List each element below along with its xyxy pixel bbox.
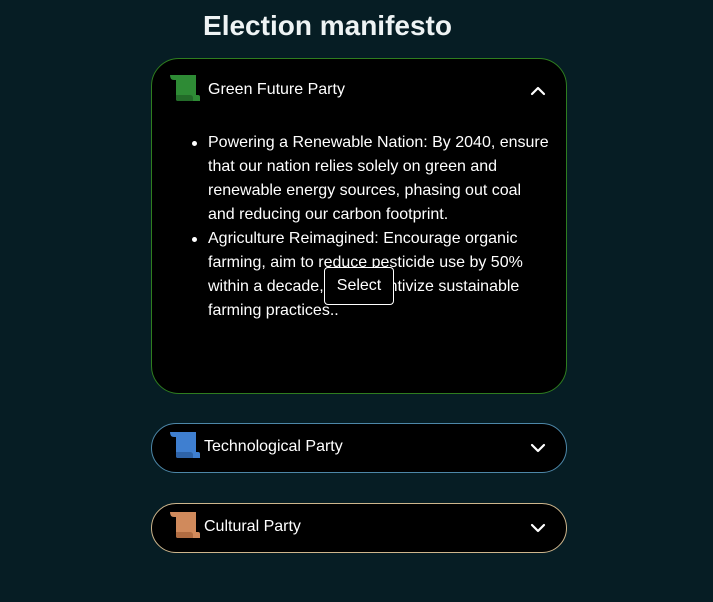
accordion-header-technological-party[interactable]: Technological Party [152, 424, 566, 472]
scroll-icon [170, 432, 200, 458]
accordion-green-future-party: Green Future Party Powering a Renewable … [151, 58, 567, 394]
accordion-title: Cultural Party [204, 518, 301, 535]
select-button[interactable]: Select [324, 267, 394, 305]
page-title: Election manifesto [203, 10, 452, 41]
scroll-icon [170, 75, 200, 101]
accordion-technological-party[interactable]: Technological Party [151, 423, 567, 473]
chevron-down-icon[interactable] [528, 518, 548, 538]
accordion-title: Technological Party [204, 438, 343, 455]
accordion-title: Green Future Party [208, 81, 345, 98]
manifesto-item: Powering a Renewable Nation: By 2040, en… [192, 131, 552, 227]
scroll-icon [170, 512, 200, 538]
chevron-down-icon[interactable] [528, 438, 548, 458]
accordion-cultural-party[interactable]: Cultural Party [151, 503, 567, 553]
chevron-up-icon[interactable] [528, 81, 548, 101]
accordion-header-green-future-party[interactable]: Green Future Party [152, 59, 566, 107]
accordion-header-cultural-party[interactable]: Cultural Party [152, 504, 566, 552]
page: Election manifesto Green Future Party Po… [0, 0, 713, 602]
